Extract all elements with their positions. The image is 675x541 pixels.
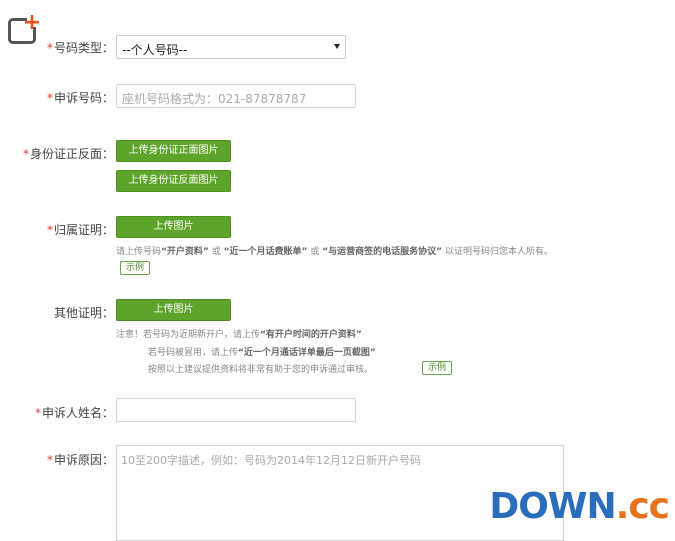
appeal-number-label: *申诉号码： [46,91,114,105]
chevron-down-icon [334,44,340,49]
required-star: * [46,223,53,237]
required-star: * [46,91,53,105]
ownership-proof-label: *归属证明： [46,223,114,237]
appeal-number-placeholder: 座机号码格式为：021-87878787 [122,92,307,106]
required-star: * [46,41,53,55]
upload-id-back-button[interactable]: 上传身份证反面图片 [116,170,231,192]
required-star: * [46,453,53,467]
other-note-3: 按照以上建议提供资料将非常有助于您的申诉通过审核。 [148,365,374,375]
other-note-1: 注意！若号码为近期新开户，请上传“有开户时间的开户资料” [116,330,362,340]
appeal-reason-placeholder: 10至200字描述，例如：号码为2014年12月12日新开户号码 [121,454,421,467]
upload-id-front-button[interactable]: 上传身份证正面图片 [116,140,231,162]
required-star: * [34,406,41,420]
upload-ownership-button[interactable]: 上传图片 [116,216,231,238]
appeal-number-input[interactable]: 座机号码格式为：021-87878787 [116,84,356,108]
number-type-label: *号码类型： [46,41,114,55]
appellant-name-input[interactable] [116,398,356,422]
other-proof-label: 其他证明： [53,306,114,320]
other-note-2: 若号码被冒用，请上传“近一个月通话详单最后一页截图” [148,348,376,358]
ownership-example-button[interactable]: 示例 [120,261,150,275]
appellant-name-label: *申诉人姓名： [34,406,114,420]
id-card-label: *身份证正反面： [22,147,114,161]
site-watermark: DOWN.cc [489,486,670,527]
other-example-button[interactable]: 示例 [422,361,452,375]
appeal-reason-label: *申诉原因： [46,453,114,467]
upload-other-button[interactable]: 上传图片 [116,299,231,321]
number-type-value: --个人号码-- [122,43,188,57]
ownership-hint: 请上传号码“开户资料” 或 “近一个月话费账单” 或 “与运营商签的电话服务协议… [116,247,553,257]
plus-icon: + [22,10,42,35]
number-type-select[interactable]: --个人号码-- [116,35,346,59]
required-star: * [22,147,29,161]
